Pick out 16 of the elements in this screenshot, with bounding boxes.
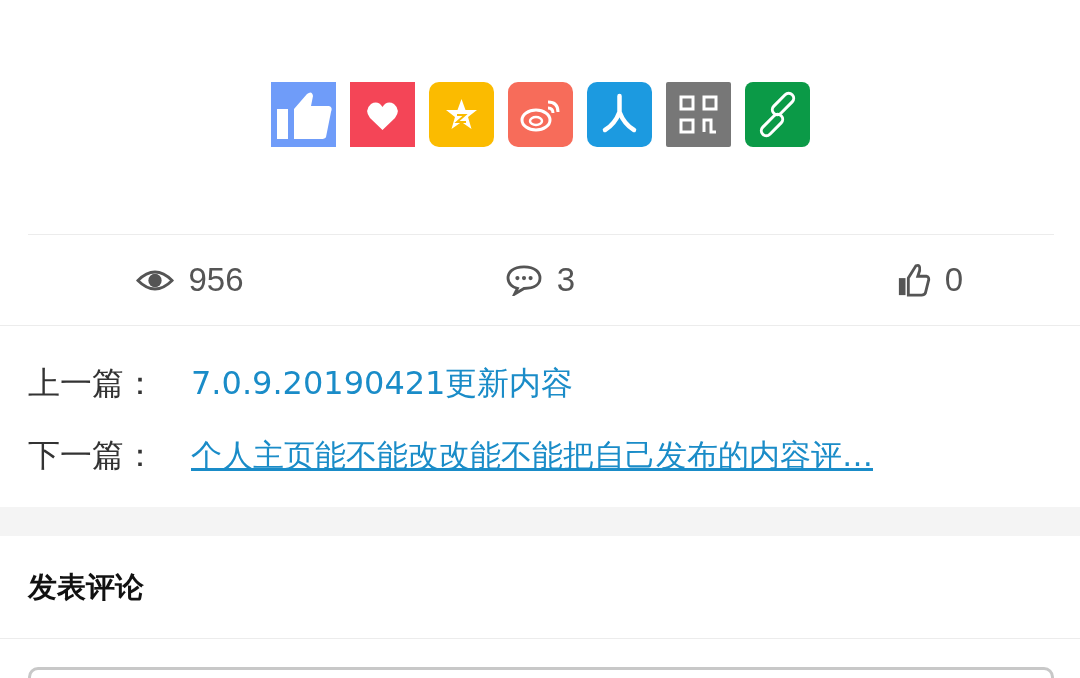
weibo-icon[interactable] — [507, 82, 573, 147]
article-link[interactable]: 个人主页能不能改改能不能把自己发布的内容评… — [191, 430, 873, 480]
section-title: 发表评论 — [0, 536, 1080, 639]
thumbs-up-icon — [896, 262, 931, 298]
article-link[interactable]: 7.0.9.20190421更新内容 — [191, 358, 574, 408]
thumbs-up-icon[interactable] — [270, 82, 336, 147]
person-glyph-icon[interactable] — [586, 82, 652, 147]
eye-icon — [136, 268, 175, 292]
chain-link-icon[interactable] — [744, 82, 810, 147]
stat-count: 956 — [188, 261, 244, 299]
stat-count: 3 — [556, 261, 576, 299]
qr-code-icon[interactable] — [665, 82, 731, 147]
speech-bubble-icon — [504, 264, 543, 296]
nav-label: 上一篇： — [28, 363, 157, 404]
nav-label: 下一篇： — [28, 435, 157, 476]
stat-count: 0 — [944, 261, 964, 299]
